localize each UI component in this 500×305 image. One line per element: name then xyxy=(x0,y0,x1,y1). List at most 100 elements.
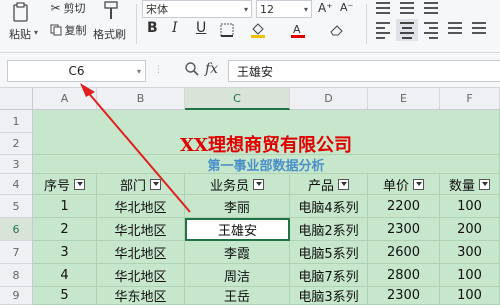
fill-color-button[interactable] xyxy=(247,21,269,39)
data-cell[interactable]: 100 xyxy=(440,287,500,305)
sheet-title[interactable]: XX理想商贸有限公司 xyxy=(33,133,500,155)
align-bottom-icon[interactable] xyxy=(424,2,438,14)
column-header-e[interactable]: E xyxy=(368,88,440,110)
blank-row-cell[interactable] xyxy=(33,110,500,133)
shrink-font-button[interactable]: A⁻ xyxy=(340,1,353,14)
align-middle-icon[interactable] xyxy=(400,2,414,14)
chevron-down-icon: ▾ xyxy=(303,4,308,14)
filter-dropdown-icon[interactable] xyxy=(74,178,85,190)
column-header-f[interactable]: F xyxy=(440,88,500,110)
data-cell[interactable]: 电脑7系列 xyxy=(290,264,368,287)
row-header-2[interactable]: 2 xyxy=(0,133,33,155)
column-header-b[interactable]: B xyxy=(97,88,185,110)
header-cell[interactable]: 单价 xyxy=(368,174,440,195)
data-cell[interactable]: 2300 xyxy=(368,218,440,241)
filter-dropdown-icon[interactable] xyxy=(253,178,264,190)
font-name-select[interactable]: 宋体 ▾ xyxy=(142,0,252,18)
data-cell[interactable]: 2600 xyxy=(368,241,440,264)
name-box[interactable]: C6 ▾ xyxy=(7,60,146,82)
header-cell[interactable]: 产品 xyxy=(290,174,368,195)
ribbon-separator xyxy=(136,4,137,44)
row-header-1[interactable]: 1 xyxy=(0,110,33,133)
alignment-group xyxy=(372,0,500,48)
header-cell[interactable]: 序号 xyxy=(33,174,97,195)
data-cell[interactable]: 华东地区 xyxy=(97,287,185,305)
data-cell[interactable]: 华北地区 xyxy=(97,264,185,287)
active-cell[interactable]: 王雄安 xyxy=(185,218,290,241)
align-left-icon[interactable] xyxy=(376,22,390,39)
data-cell[interactable]: 100 xyxy=(440,264,500,287)
ribbon-toolbar: 粘贴 ▾ ✂ 剪切 复制 格式刷 宋体 ▾ 12 ▾ A⁺ A⁻ B I U A xyxy=(0,0,500,53)
data-cell[interactable]: 5 xyxy=(33,287,97,305)
data-cell[interactable]: 华北地区 xyxy=(97,195,185,218)
filter-dropdown-icon[interactable] xyxy=(479,178,490,190)
justify-icon[interactable] xyxy=(448,22,462,34)
data-cell[interactable]: 周洁 xyxy=(185,264,290,287)
column-header-a[interactable]: A xyxy=(33,88,97,110)
italic-button[interactable]: I xyxy=(172,20,178,36)
header-cell[interactable]: 业务员 xyxy=(185,174,290,195)
row-header-6[interactable]: 6 xyxy=(0,218,33,241)
border-icon xyxy=(220,23,234,37)
row-header-4[interactable]: 4 xyxy=(0,174,33,195)
data-cell[interactable]: 电脑5系列 xyxy=(290,241,368,264)
filter-dropdown-icon[interactable] xyxy=(338,178,349,190)
data-cell[interactable]: 200 xyxy=(440,218,500,241)
wrap-text-icon[interactable] xyxy=(472,22,486,34)
data-cell[interactable]: 2300 xyxy=(368,287,440,305)
grow-font-button[interactable]: A⁺ xyxy=(318,1,333,15)
font-size-select[interactable]: 12 ▾ xyxy=(256,0,312,18)
row-header-8[interactable]: 8 xyxy=(0,264,33,287)
paste-button[interactable] xyxy=(6,0,36,24)
header-cell[interactable]: 数量 xyxy=(440,174,500,195)
align-top-icon[interactable] xyxy=(376,2,390,14)
row-header-5[interactable]: 5 xyxy=(0,195,33,218)
data-cell[interactable]: 华北地区 xyxy=(97,241,185,264)
clear-format-button[interactable] xyxy=(326,21,348,39)
cut-button[interactable]: ✂ 剪切 xyxy=(46,0,90,16)
paste-dropdown-icon[interactable]: ▾ xyxy=(34,28,38,37)
select-all-corner[interactable] xyxy=(0,88,33,110)
formula-dots: ⋮ xyxy=(154,65,163,75)
data-cell[interactable]: 1 xyxy=(33,195,97,218)
data-cell[interactable]: 李丽 xyxy=(185,195,290,218)
data-cell[interactable]: 3 xyxy=(33,241,97,264)
ribbon-separator xyxy=(366,4,367,44)
data-cell[interactable]: 电脑3系列 xyxy=(290,287,368,305)
align-right-icon[interactable] xyxy=(424,22,438,39)
data-cell[interactable]: 华北地区 xyxy=(97,218,185,241)
fill-bucket-icon xyxy=(251,23,265,38)
column-header-c[interactable]: C xyxy=(185,88,290,110)
filter-dropdown-icon[interactable] xyxy=(150,178,161,190)
chevron-down-icon[interactable]: ▾ xyxy=(137,67,141,76)
sheet-subtitle[interactable]: 第一事业部数据分析 xyxy=(33,155,500,174)
data-cell[interactable]: 2 xyxy=(33,218,97,241)
data-cell[interactable]: 4 xyxy=(33,264,97,287)
bold-button[interactable]: B xyxy=(147,20,158,36)
fx-icon[interactable]: fx xyxy=(205,61,218,77)
header-cell[interactable]: 部门 xyxy=(97,174,185,195)
filter-dropdown-icon[interactable] xyxy=(413,178,424,190)
column-header-d[interactable]: D xyxy=(290,88,368,110)
data-cell[interactable]: 2800 xyxy=(368,264,440,287)
data-cell[interactable]: 电脑2系列 xyxy=(290,218,368,241)
eraser-icon xyxy=(330,25,343,36)
data-cell[interactable]: 100 xyxy=(440,195,500,218)
data-cell[interactable]: 王岳 xyxy=(185,287,290,305)
data-cell[interactable]: 2200 xyxy=(368,195,440,218)
font-name-value: 宋体 xyxy=(146,3,168,16)
row-header-3[interactable]: 3 xyxy=(0,155,33,174)
format-painter-button[interactable] xyxy=(98,0,124,22)
row-header-7[interactable]: 7 xyxy=(0,241,33,264)
font-color-button[interactable]: A xyxy=(287,21,309,39)
underline-button[interactable]: U xyxy=(196,20,206,36)
font-color-icon: A xyxy=(291,23,305,38)
formula-input[interactable]: 王雄安 xyxy=(228,60,500,82)
copy-button[interactable]: 复制 xyxy=(46,22,90,38)
row-header-9[interactable]: 9 xyxy=(0,287,33,305)
border-button[interactable] xyxy=(216,21,238,39)
data-cell[interactable]: 300 xyxy=(440,241,500,264)
zoom-search-icon[interactable] xyxy=(184,61,200,81)
data-cell[interactable]: 电脑4系列 xyxy=(290,195,368,218)
data-cell[interactable]: 李霞 xyxy=(185,241,290,264)
